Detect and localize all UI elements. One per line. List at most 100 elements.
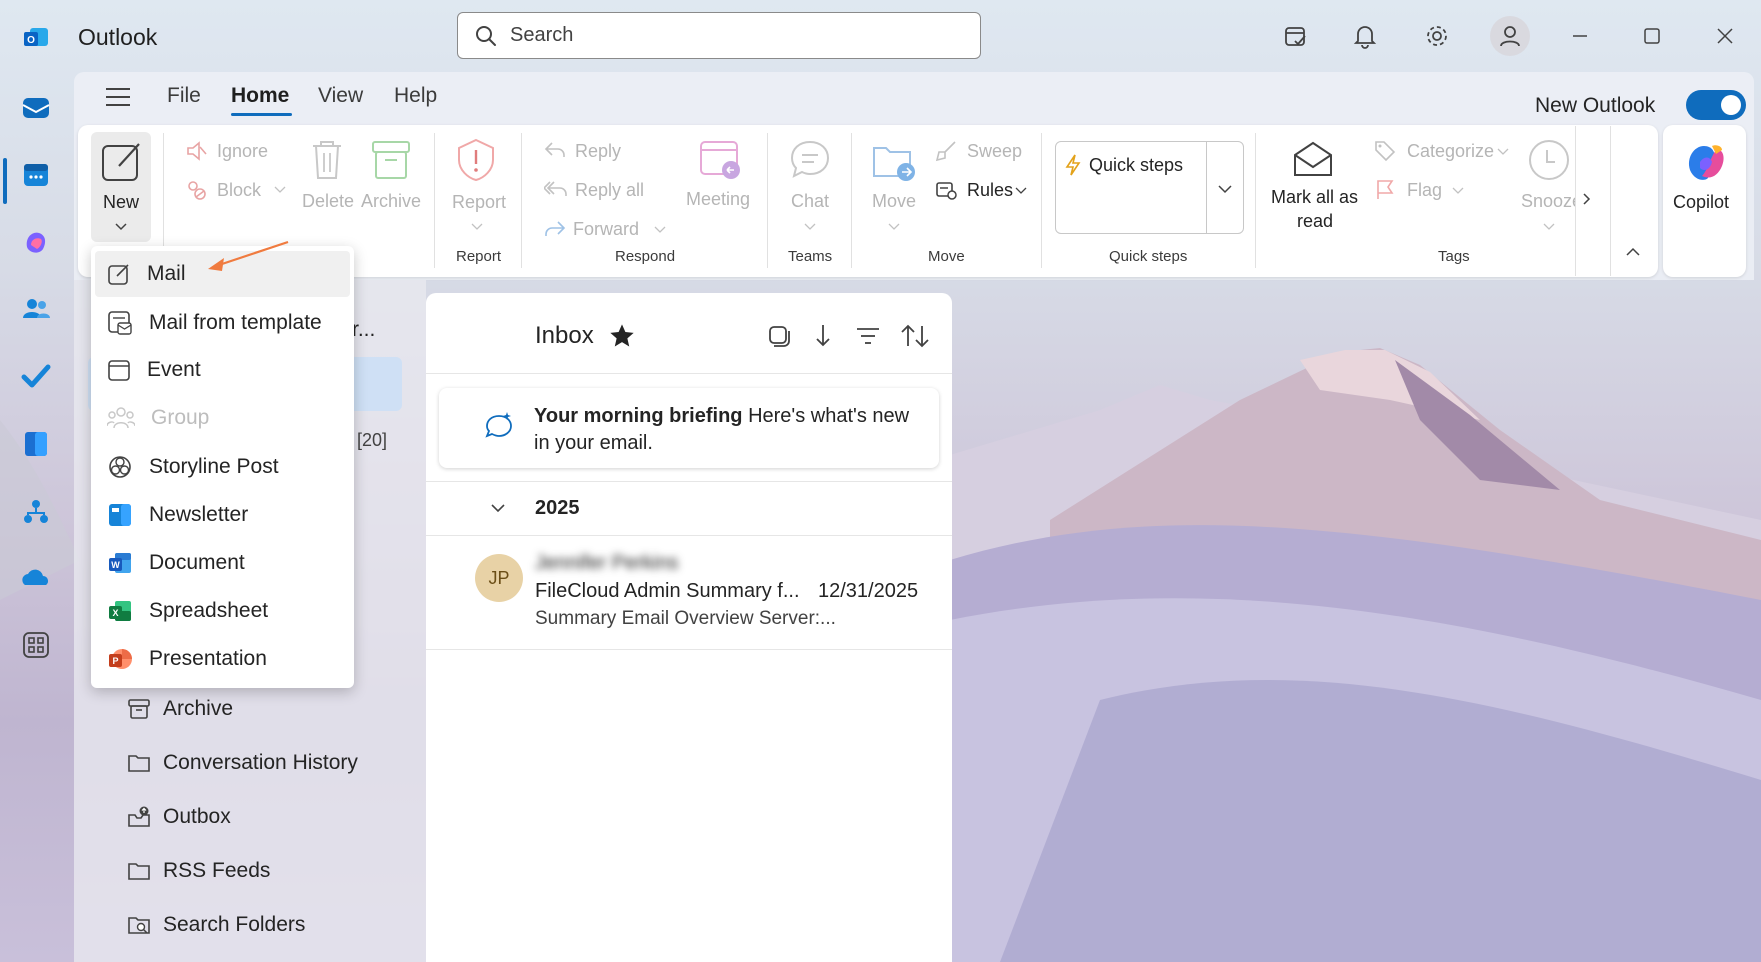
menu-item-document[interactable]: W Document [107, 550, 245, 576]
menu-item-label: Spreadsheet [149, 599, 269, 622]
filter-icon[interactable] [855, 325, 881, 347]
respond-group-label: Respond [615, 248, 676, 265]
message-sender: Jennifer Perkins [535, 552, 679, 574]
people-icon[interactable] [18, 291, 54, 327]
sort-icon[interactable] [900, 322, 930, 350]
folder-archive[interactable]: Archive [127, 697, 233, 721]
menu-item-newsletter[interactable]: Newsletter [107, 502, 248, 528]
folder-pane-header[interactable]: r... [352, 318, 375, 342]
rules-icon [936, 182, 957, 200]
chevron-down-icon[interactable] [490, 503, 506, 513]
star-icon[interactable] [608, 322, 636, 350]
bell-icon[interactable] [1349, 20, 1381, 52]
collapse-ribbon-icon[interactable] [1626, 247, 1640, 256]
reply-button[interactable]: Reply [575, 141, 621, 162]
folder-rss-feeds[interactable]: RSS Feeds [127, 859, 270, 883]
select-icon[interactable] [766, 323, 792, 349]
rail-active-indicator [3, 158, 7, 204]
folder-label: Archive [163, 697, 234, 720]
chevron-down-icon [471, 223, 483, 230]
calendar-icon[interactable] [18, 157, 54, 193]
meeting-button[interactable]: Meeting [686, 189, 750, 210]
ribbon-scroll-button[interactable] [1575, 126, 1611, 276]
maximize-icon[interactable] [1636, 20, 1668, 52]
archive-button[interactable]: Archive [361, 191, 421, 212]
chevron-down-icon [804, 223, 816, 230]
menu-item-spreadsheet[interactable]: X Spreadsheet [107, 598, 268, 624]
search-box[interactable]: Search [457, 12, 981, 59]
flag-icon [1377, 180, 1394, 199]
chevron-down-icon[interactable] [1218, 185, 1232, 194]
menu-item-mail[interactable]: Mail [107, 262, 186, 286]
new-label: New [103, 192, 140, 212]
tab-file[interactable]: File [167, 84, 201, 108]
onedrive-icon[interactable] [18, 561, 54, 597]
quick-steps-group-label: Quick steps [1109, 248, 1188, 265]
report-icon [458, 138, 494, 182]
hamburger-menu-icon[interactable] [104, 86, 132, 108]
apps-icon[interactable] [18, 627, 54, 663]
newsletter-icon [109, 504, 131, 526]
avatar: JP [475, 554, 523, 602]
tags-group-label: Tags [1438, 248, 1470, 265]
copilot-icon[interactable] [18, 224, 54, 260]
menu-item-storyline-post[interactable]: Storyline Post [107, 454, 279, 480]
mark-all-read-line2[interactable]: read [1297, 211, 1333, 232]
block-button[interactable]: Block [217, 180, 261, 201]
account-button[interactable] [1490, 16, 1530, 56]
mail-icon[interactable] [18, 90, 54, 126]
new-outlook-toggle[interactable] [1686, 90, 1746, 120]
tab-home[interactable]: Home [231, 84, 289, 108]
menu-item-label: Group [151, 406, 210, 429]
message-date: 12/31/2025 [818, 580, 919, 602]
close-icon[interactable] [1709, 20, 1741, 52]
chevron-down-icon [654, 226, 666, 233]
folder-outbox[interactable]: Outbox [127, 805, 231, 829]
chevron-down-icon [1497, 148, 1509, 155]
tab-help[interactable]: Help [394, 84, 437, 108]
mark-all-read-line1[interactable]: Mark all as [1271, 187, 1358, 208]
snooze-button[interactable]: Snooze [1521, 191, 1576, 212]
ribbon-separator [1255, 133, 1256, 268]
ribbon-separator [434, 133, 435, 268]
forward-button[interactable]: Forward [573, 219, 639, 240]
menu-item-mail-from-template[interactable]: Mail from template [107, 310, 322, 336]
report-group-label: Report [456, 248, 502, 265]
organizer-icon[interactable] [18, 426, 54, 462]
teams-group-label: Teams [788, 248, 833, 265]
jump-icon[interactable] [813, 323, 833, 349]
todo-icon[interactable] [18, 358, 54, 394]
app-rail [0, 74, 72, 962]
tab-view[interactable]: View [318, 84, 363, 108]
move-group-label: Move [928, 248, 965, 265]
storyline-icon [109, 456, 131, 478]
move-button[interactable]: Move [872, 191, 916, 212]
minimize-icon[interactable] [1564, 20, 1596, 52]
chat-button[interactable]: Chat [791, 191, 829, 212]
folder-conversation-history[interactable]: Conversation History [127, 751, 358, 775]
reply-all-icon [544, 181, 567, 196]
menu-item-group[interactable]: Group [107, 406, 209, 430]
folder-search-folders[interactable]: Search Folders [127, 913, 305, 937]
reply-all-button[interactable]: Reply all [575, 180, 644, 201]
rules-button[interactable]: Rules [967, 180, 1013, 201]
menu-item-presentation[interactable]: P Presentation [107, 646, 267, 672]
report-button[interactable]: Report [452, 192, 506, 213]
categorize-button[interactable]: Categorize [1407, 141, 1494, 162]
gear-icon[interactable] [1421, 20, 1453, 52]
archive-icon [372, 141, 410, 179]
folder-icon [128, 755, 150, 772]
org-explorer-icon[interactable] [18, 494, 54, 530]
flag-button[interactable]: Flag [1407, 180, 1442, 201]
tasks-icon[interactable] [1280, 20, 1312, 52]
ignore-button[interactable]: Ignore [217, 141, 268, 162]
chevron-down-icon [888, 223, 900, 230]
quick-steps-label[interactable]: Quick steps [1089, 155, 1183, 176]
menu-item-event[interactable]: Event [107, 358, 201, 382]
ribbon-separator [767, 133, 768, 268]
chevron-down-icon [1015, 187, 1027, 194]
delete-button[interactable]: Delete [302, 191, 354, 212]
briefing-icon [485, 412, 512, 438]
sweep-button[interactable]: Sweep [967, 141, 1022, 162]
compose-icon [102, 143, 140, 181]
